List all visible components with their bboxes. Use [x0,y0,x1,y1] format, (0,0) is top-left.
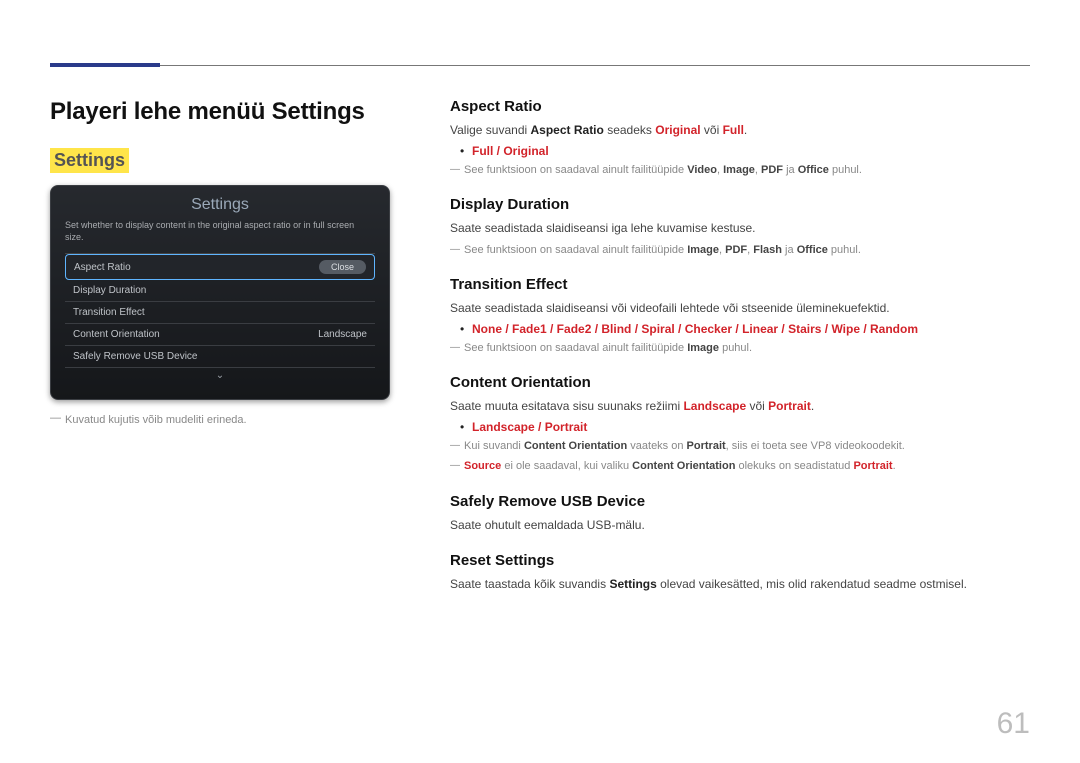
bullet: Full / Original [450,144,1030,158]
paragraph: Saate muuta esitatava sisu suunaks režii… [450,397,1030,416]
section-title-aspect: Aspect Ratio [450,98,1030,115]
list-item-label: Content Orientation [73,329,160,340]
bullet: Landscape / Portrait [450,420,1030,434]
list-item[interactable]: Content Orientation Landscape [65,324,375,346]
bullet: None / Fade1 / Fade2 / Blind / Spiral / … [450,322,1030,336]
list-item[interactable]: Transition Effect [65,302,375,324]
section-title-orientation: Content Orientation [450,374,1030,391]
footnote: See funktsioon on saadaval ainult failit… [450,340,1030,357]
footnote: Source ei ole saadaval, kui valiku Conte… [450,458,1030,475]
list-item-label: Safely Remove USB Device [73,351,198,362]
page-content: Playeri lehe menüü Settings Settings Set… [50,50,1030,598]
paragraph: Valige suvandi Aspect Ratio seadeks Orig… [450,121,1030,140]
panel-desc: Set whether to display content in the or… [65,220,375,243]
right-column: Aspect Ratio Valige suvandi Aspect Ratio… [450,98,1030,598]
paragraph: Saate ohutult eemaldada USB-mälu. [450,516,1030,535]
section-title-reset: Reset Settings [450,552,1030,569]
left-note: ―Kuvatud kujutis võib mudeliti erineda. [50,412,390,426]
footnote: See funktsioon on saadaval ainult failit… [450,162,1030,179]
footnote: See funktsioon on saadaval ainult failit… [450,242,1030,259]
list-item[interactable]: Aspect Ratio Close [65,254,375,280]
settings-panel: Settings Set whether to display content … [50,185,390,400]
section-title-usb: Safely Remove USB Device [450,493,1030,510]
footnote: Kui suvandi Content Orientation vaateks … [450,438,1030,455]
chevron-down-icon[interactable]: ⌄ [65,368,375,381]
list-item-label: Transition Effect [73,307,145,318]
settings-highlight: Settings [50,148,129,173]
paragraph: Saate seadistada slaidiseansi või videof… [450,299,1030,318]
header-rule [50,65,1030,66]
section-title-display: Display Duration [450,196,1030,213]
list-item[interactable]: Safely Remove USB Device [65,346,375,368]
list-item-label: Aspect Ratio [74,262,131,273]
page-title: Playeri lehe menüü Settings [50,98,390,126]
list-item-value: Landscape [318,329,367,340]
paragraph: Saate seadistada slaidiseansi iga lehe k… [450,219,1030,238]
left-column: Playeri lehe menüü Settings Settings Set… [50,98,390,598]
list-item-label: Display Duration [73,285,146,296]
page-number: 61 [997,707,1030,741]
panel-list: Aspect Ratio Close Display Duration Tran… [65,253,375,368]
section-title-transition: Transition Effect [450,276,1030,293]
paragraph: Saate taastada kõik suvandis Settings ol… [450,575,1030,594]
list-item[interactable]: Display Duration [65,280,375,302]
header-accent [50,63,160,67]
close-button[interactable]: Close [319,260,366,274]
panel-title: Settings [65,196,375,214]
